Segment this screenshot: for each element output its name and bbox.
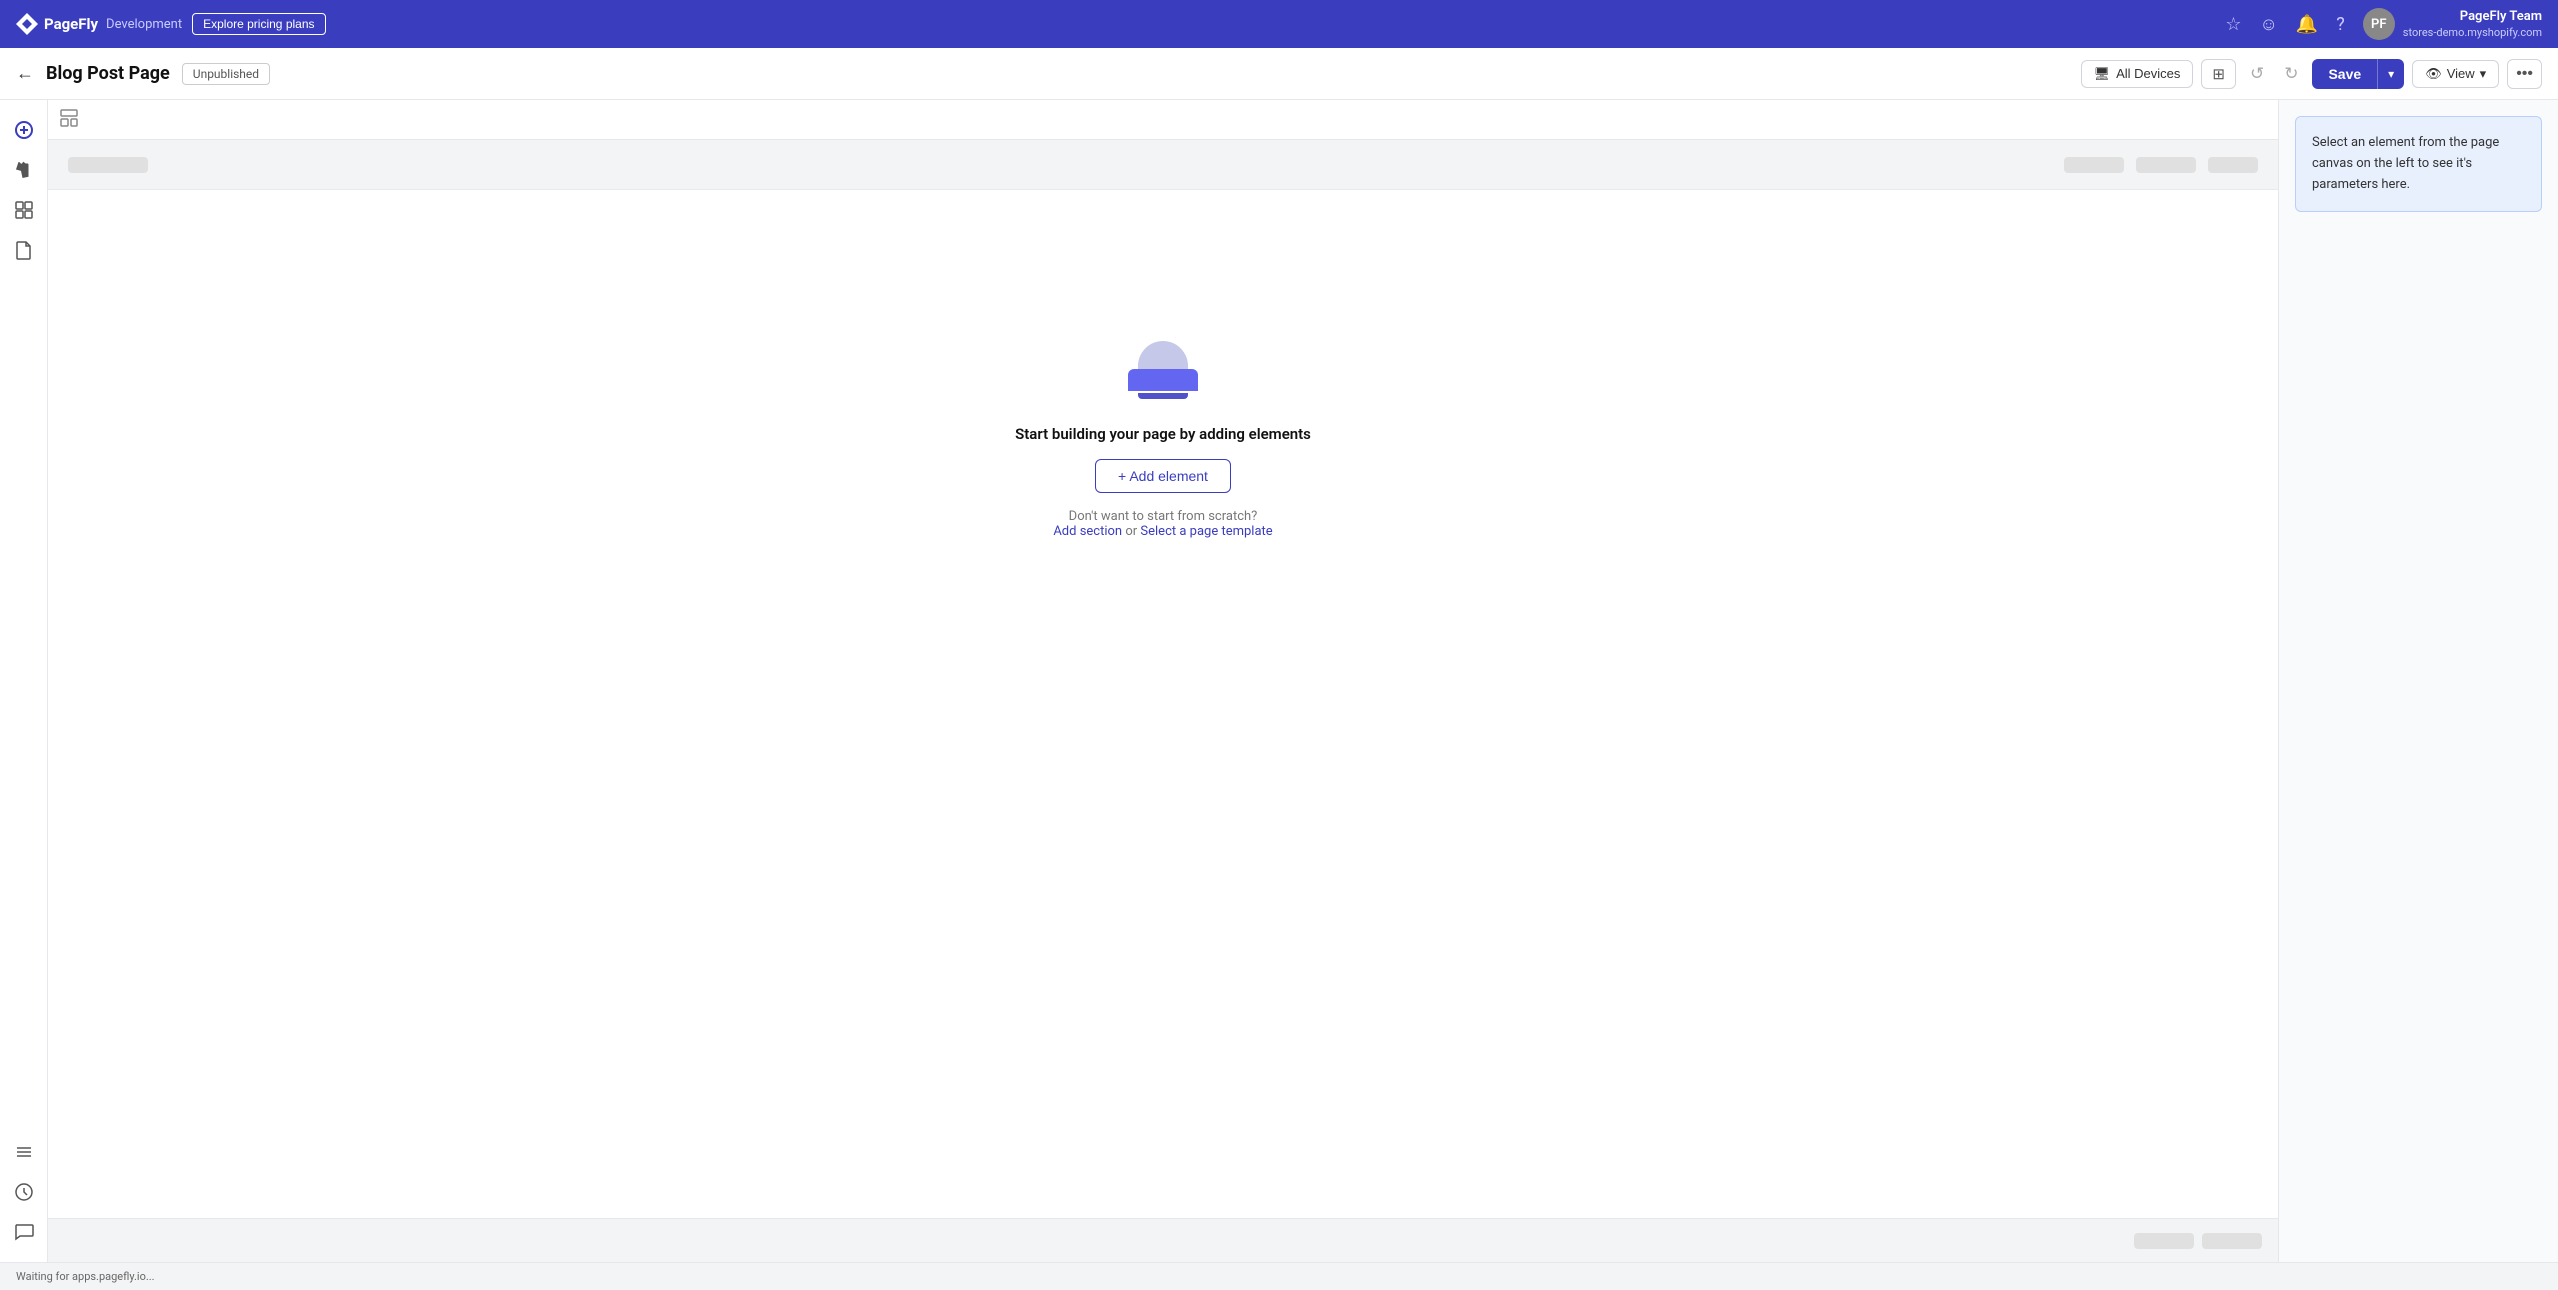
empty-state: Start building your page by adding eleme… <box>48 190 2278 690</box>
explore-pricing-button[interactable]: Explore pricing plans <box>192 13 325 35</box>
sidebar-item-pages[interactable] <box>6 232 42 268</box>
select-template-link[interactable]: Select a page template <box>1140 524 1272 539</box>
save-button[interactable]: Save <box>2312 59 2377 89</box>
right-panel: Select an element from the page canvas o… <box>2278 100 2558 1262</box>
sidebar-item-add[interactable] <box>6 112 42 148</box>
bell-icon[interactable]: 🔔 <box>2296 14 2318 35</box>
info-box: Select an element from the page canvas o… <box>2295 116 2542 212</box>
left-sidebar <box>0 100 48 1262</box>
bottom-skeleton1 <box>2134 1233 2194 1249</box>
skeleton-nav3 <box>2208 157 2258 173</box>
save-dropdown-button[interactable]: ▾ <box>2377 59 2404 89</box>
user-store: stores-demo.myshopify.com <box>2403 26 2542 39</box>
sidebar-item-shopify[interactable] <box>6 152 42 188</box>
canvas-frame: Start building your page by adding eleme… <box>48 140 2278 1218</box>
avatar: PF <box>2363 8 2395 40</box>
skeleton-nav2 <box>2136 157 2196 173</box>
brand-logo: PageFly Development <box>16 13 182 35</box>
canvas-toolbar <box>48 100 2278 140</box>
star-icon[interactable]: ☆ <box>2225 14 2241 35</box>
sidebar-item-layers[interactable] <box>6 1134 42 1170</box>
page-title: Blog Post Page <box>46 63 170 84</box>
view-label: View <box>2447 66 2475 81</box>
scratch-text: Don't want to start from scratch? Add se… <box>1053 509 1272 539</box>
emoji-icon[interactable]: ☺ <box>2259 14 2277 35</box>
empty-icon <box>1123 341 1203 401</box>
canvas-area: Start building your page by adding eleme… <box>48 100 2278 1262</box>
status-text: Waiting for apps.pagefly.io... <box>16 1270 155 1283</box>
help-icon[interactable]: ? <box>2336 14 2345 35</box>
status-bar: Waiting for apps.pagefly.io... <box>0 1262 2558 1290</box>
cloud-top <box>1138 341 1188 369</box>
monitor-icon: 🖥 <box>2094 66 2111 82</box>
skeleton-logo <box>68 157 148 173</box>
or-label: or <box>1122 524 1140 539</box>
toolbar-left: ← Blog Post Page Unpublished <box>16 63 270 85</box>
sidebar-item-chat[interactable] <box>6 1214 42 1250</box>
secondary-toolbar: ← Blog Post Page Unpublished 🖥 All Devic… <box>0 48 2558 100</box>
top-nav-left: PageFly Development Explore pricing plan… <box>16 13 326 35</box>
canvas-header-skeleton <box>48 140 2278 190</box>
empty-title: Start building your page by adding eleme… <box>1015 425 1311 443</box>
brand-env: Development <box>106 17 182 32</box>
view-chevron-icon: ▾ <box>2480 66 2487 82</box>
grid-toggle-button[interactable]: ⊞ <box>2201 59 2236 89</box>
status-badge: Unpublished <box>182 63 270 85</box>
add-element-button[interactable]: + Add element <box>1095 459 1231 493</box>
top-nav-right: ☆ ☺ 🔔 ? PF PageFly Team stores-demo.mysh… <box>2225 8 2542 40</box>
user-name: PageFly Team <box>2403 9 2542 26</box>
bottom-skeleton2 <box>2202 1233 2262 1249</box>
canvas-bottom-bar <box>48 1218 2278 1262</box>
main-content: Start building your page by adding eleme… <box>0 100 2558 1262</box>
add-section-link[interactable]: Add section <box>1053 524 1122 539</box>
undo-button[interactable]: ↺ <box>2244 60 2270 88</box>
info-text: Select an element from the page canvas o… <box>2312 135 2499 192</box>
back-button[interactable]: ← <box>16 63 34 84</box>
skeleton-nav1 <box>2064 157 2124 173</box>
avatar-initials: PF <box>2371 17 2387 32</box>
toolbar-right: 🖥 All Devices ⊞ ↺ ↻ Save ▾ 👁 View ▾ ••• <box>2081 59 2542 89</box>
user-details: PageFly Team stores-demo.myshopify.com <box>2403 9 2542 39</box>
eye-icon: 👁 <box>2425 66 2442 82</box>
logo-icon <box>16 13 38 35</box>
sidebar-item-history[interactable] <box>6 1174 42 1210</box>
save-button-group: Save ▾ <box>2312 59 2404 89</box>
brand-name: PageFly <box>44 15 98 33</box>
view-button[interactable]: 👁 View ▾ <box>2412 60 2499 88</box>
all-devices-label: All Devices <box>2116 66 2180 81</box>
all-devices-button[interactable]: 🖥 All Devices <box>2081 60 2194 88</box>
sidebar-item-elements[interactable] <box>6 192 42 228</box>
structure-icon[interactable] <box>60 109 78 131</box>
user-info: PF PageFly Team stores-demo.myshopify.co… <box>2363 8 2542 40</box>
cloud-shadow <box>1138 393 1188 399</box>
redo-button[interactable]: ↻ <box>2278 60 2304 88</box>
more-options-button[interactable]: ••• <box>2507 59 2542 89</box>
cloud-base <box>1128 369 1198 391</box>
scratch-label: Don't want to start from scratch? <box>1069 509 1258 524</box>
top-nav: PageFly Development Explore pricing plan… <box>0 0 2558 48</box>
canvas-frame-inner: Start building your page by adding eleme… <box>48 140 2278 1218</box>
